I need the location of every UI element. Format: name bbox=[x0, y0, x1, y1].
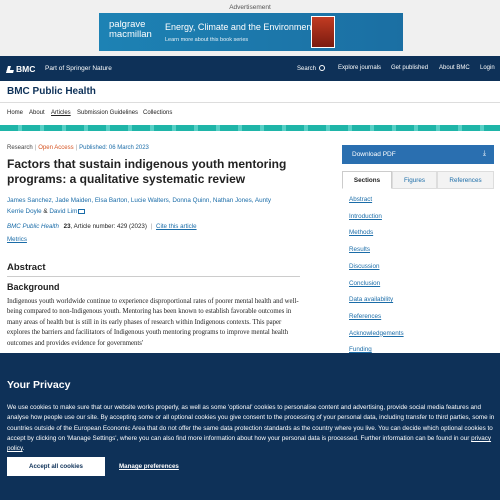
mail-icon[interactable] bbox=[78, 209, 86, 214]
article-meta: Research | Open Access | Published: 06 March… bbox=[7, 145, 149, 151]
toc-discussion[interactable]: Discussion bbox=[349, 263, 379, 270]
toc-references[interactable]: References bbox=[349, 313, 381, 320]
subnav-collections[interactable]: Collections bbox=[143, 110, 172, 116]
author-list: James Sanchez, Jade Maiden, Elsa Barton,… bbox=[7, 195, 302, 217]
subnav-about[interactable]: About bbox=[29, 110, 45, 116]
article-type: Research bbox=[7, 145, 33, 151]
ad-title: Energy, Climate and the Environment bbox=[165, 22, 314, 32]
toc-results[interactable]: Results bbox=[349, 246, 370, 253]
search-icon bbox=[319, 65, 326, 71]
download-icon: ⤓ bbox=[482, 150, 486, 157]
subnav-articles[interactable]: Articles bbox=[51, 110, 71, 116]
top-navigation: BMC Part of Springer Nature Search Explo… bbox=[0, 56, 500, 81]
accept-all-cookies-button[interactable]: Accept all cookies bbox=[7, 457, 105, 476]
ad-banner[interactable]: palgrave macmillan Energy, Climate and t… bbox=[99, 13, 403, 51]
download-pdf-label: Download PDF bbox=[352, 151, 396, 158]
abstract-divider bbox=[7, 276, 300, 277]
cookie-heading: Your Privacy bbox=[7, 379, 71, 391]
sidebar-tabs: Sections Figures References bbox=[342, 171, 494, 189]
journal-subnav: Home About Articles Submission Guideline… bbox=[0, 103, 500, 125]
palgrave-logo: palgrave macmillan bbox=[109, 19, 152, 40]
cookie-consent-banner: Your Privacy We use cookies to make sure… bbox=[0, 353, 500, 500]
tab-sections[interactable]: Sections bbox=[342, 171, 392, 189]
advertisement-bar: Advertisement palgrave macmillan Energy,… bbox=[0, 0, 500, 56]
article-title: Factors that sustain indigenous youth me… bbox=[7, 157, 287, 186]
subnav-home[interactable]: Home bbox=[7, 110, 23, 116]
bmc-logo[interactable]: BMC bbox=[6, 64, 35, 74]
book-cover-image bbox=[311, 16, 335, 48]
get-published-link[interactable]: Get published bbox=[391, 65, 428, 71]
search-link[interactable]: Search bbox=[297, 65, 326, 72]
download-pdf-button[interactable]: Download PDF ⤓ bbox=[342, 145, 494, 164]
bmc-logo-icon bbox=[6, 66, 15, 73]
toc-conclusion[interactable]: Conclusion bbox=[349, 280, 380, 287]
manage-preferences-link[interactable]: Manage preferences bbox=[119, 463, 179, 470]
explore-journals-link[interactable]: Explore journals bbox=[338, 65, 381, 71]
abstract-background-text: Indigenous youth worldwide continue to e… bbox=[7, 298, 299, 347]
subnav-submission-guidelines[interactable]: Submission Guidelines bbox=[77, 110, 138, 116]
citation-volume: 23 bbox=[63, 223, 71, 230]
citation-article-number: , Article number: 429 (2023) bbox=[70, 223, 147, 230]
tab-figures[interactable]: Figures bbox=[392, 171, 437, 189]
citation-journal[interactable]: BMC Public Health bbox=[7, 223, 59, 230]
decorative-teal-stripe bbox=[0, 125, 500, 131]
springer-nature-tagline: Part of Springer Nature bbox=[45, 65, 112, 72]
open-access-badge: Open Access bbox=[38, 145, 74, 151]
ad-subtitle: Learn more about this book series bbox=[165, 37, 249, 43]
toc-methods[interactable]: Methods bbox=[349, 229, 373, 236]
login-link[interactable]: Login bbox=[480, 65, 495, 71]
metrics-link[interactable]: Metrics bbox=[7, 236, 27, 243]
journal-title[interactable]: BMC Public Health bbox=[7, 86, 96, 97]
tab-references[interactable]: References bbox=[437, 171, 494, 189]
author-david-lim[interactable]: David Lim bbox=[49, 208, 77, 215]
toc-acknowledgements[interactable]: Acknowledgements bbox=[349, 330, 404, 337]
cookie-text: We use cookies to make sure that our web… bbox=[7, 404, 495, 453]
citation-line: BMC Public Health 23, Article number: 42… bbox=[7, 223, 197, 230]
background-heading: Background bbox=[7, 282, 60, 292]
toc-data-availability[interactable]: Data availability bbox=[349, 296, 393, 303]
author-kerrie-doyle[interactable]: Kerrie Doyle bbox=[7, 208, 42, 215]
abstract-heading: Abstract bbox=[7, 262, 46, 273]
published-date: Published: 06 March 2023 bbox=[79, 145, 149, 151]
advertisement-label: Advertisement bbox=[229, 4, 271, 11]
toc-abstract[interactable]: Abstract bbox=[349, 196, 372, 203]
cite-this-article-link[interactable]: Cite this article bbox=[156, 223, 197, 230]
about-bmc-link[interactable]: About BMC bbox=[439, 65, 470, 71]
toc-introduction[interactable]: Introduction bbox=[349, 213, 382, 220]
journal-header: BMC Public Health bbox=[0, 81, 500, 103]
authors-line-1[interactable]: James Sanchez, Jade Maiden, Elsa Barton,… bbox=[7, 195, 302, 206]
